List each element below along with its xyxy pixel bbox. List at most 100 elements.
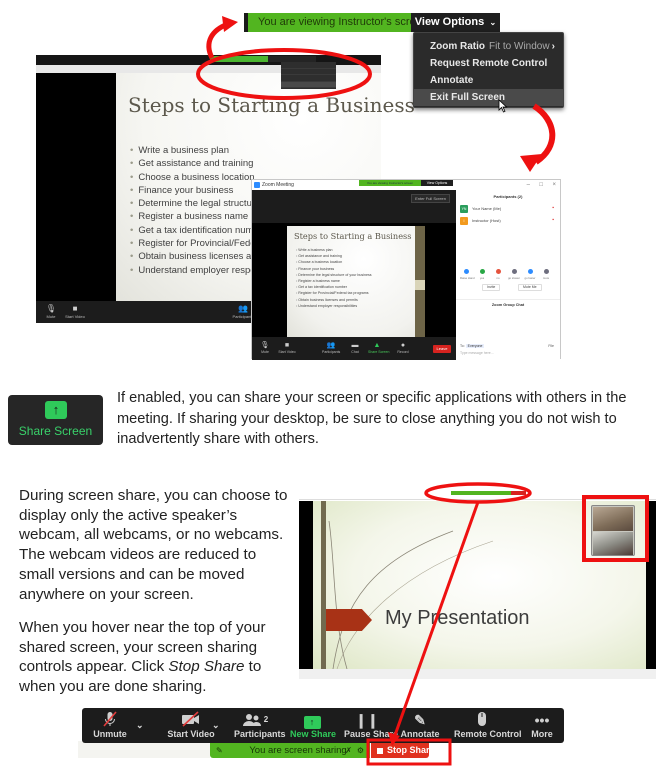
chat-icon: ▬	[351, 342, 359, 349]
avatar: YN	[460, 204, 468, 213]
share-screen-icon: ▲	[373, 342, 381, 349]
zoom-shared-slide: Steps to Starting a Business Write a bus…	[287, 226, 415, 337]
chat-recipient[interactable]: To: Everyone	[460, 344, 485, 348]
reaction-raise-hand[interactable]: Raise Hand	[460, 269, 475, 280]
slide-bullet: Get assistance and training	[130, 158, 332, 171]
presentation-status-bar	[299, 669, 656, 679]
chat-message-input[interactable]: Type message here...	[460, 351, 494, 355]
participants-count: 2	[263, 715, 269, 724]
participant-row[interactable]: I Instructor (Host) ▪	[460, 216, 556, 225]
webcam-video	[593, 507, 633, 531]
minimize-icon[interactable]: –	[527, 180, 530, 190]
video-off-icon: ▪	[552, 217, 554, 223]
mute-me-button[interactable]: Mute Me	[518, 284, 542, 291]
viewer-start-video-button[interactable]: ■ Start Video	[64, 304, 86, 319]
zoom-record-button[interactable]: ● Record	[394, 341, 412, 354]
participants-button[interactable]: 2 Participants	[234, 711, 286, 739]
video-off-icon: ■	[72, 304, 78, 313]
pause-share-button[interactable]: ❙❙ Pause Share	[344, 711, 398, 739]
zoom-control-bar: 🎙 Mute ■ Start Video 👥 Participants ▬ Chat ▲…	[252, 337, 456, 360]
chevron-right-icon: ›	[551, 41, 555, 52]
zoom-participants-button[interactable]: 👥 Participants	[322, 341, 340, 354]
zoom-ratio-value: Fit to Window	[489, 41, 550, 52]
menu-item-exit-full-screen[interactable]: Exit Full Screen	[414, 89, 563, 106]
menu-item-zoom-ratio[interactable]: Zoom Ratio Fit to Window ›	[414, 38, 563, 55]
participants-panel: Participants (2) YN Your Name (Me) ▪ I Ins…	[456, 190, 560, 360]
microphone-icon: 🎙	[260, 342, 270, 349]
zoom-share-screen-button[interactable]: ▲ Share Screen	[368, 341, 389, 354]
mini-stop-share	[511, 491, 526, 495]
mini-view-menu	[281, 62, 336, 89]
zoom-video-area: Enter Full Screen Steps to Starting a Bu…	[252, 190, 456, 360]
stop-share-button[interactable]: Stop Share	[371, 743, 435, 758]
new-share-button[interactable]: ↑ New Share	[290, 711, 336, 739]
remote-control-button[interactable]: Remote Control	[454, 711, 522, 739]
zoom-view-options[interactable]: View Options	[421, 180, 453, 186]
maximize-icon[interactable]: □	[539, 180, 543, 190]
settings-icon: ⚙	[356, 746, 364, 755]
zoom-mute-button[interactable]: 🎙 Mute	[256, 341, 274, 354]
mouse-cursor-icon	[498, 99, 508, 113]
share-screen-button[interactable]: ↑ Share Screen	[8, 395, 103, 445]
screen-sharing-banner[interactable]: ✎ You are screen sharing ✗ ⚙	[210, 743, 370, 758]
view-options-menu: Zoom Ratio Fit to Window › Request Remot…	[413, 32, 564, 108]
screen-share-toolbar: Unmute ⌄ Start Video ⌄ 2 Participants ↑ …	[82, 708, 564, 743]
more-button[interactable]: ••• More	[528, 711, 556, 739]
mic-status-icon: ✗	[345, 746, 352, 755]
invite-button[interactable]: Invite	[482, 284, 501, 291]
menu-item-annotate[interactable]: Annotate	[414, 72, 563, 89]
audio-options-chevron-icon[interactable]: ⌄	[136, 720, 144, 731]
viewer-mute-button[interactable]: 🎙 Mute	[40, 304, 62, 319]
zoom-start-video-button[interactable]: ■ Start Video	[278, 341, 296, 354]
mini-sharing-banner	[451, 491, 511, 495]
microphone-muted-icon	[92, 711, 128, 729]
pin-icon: ✎	[216, 746, 223, 755]
avatar: I	[460, 216, 468, 225]
start-video-button[interactable]: Start Video	[166, 711, 216, 739]
pause-icon: ❙❙	[355, 712, 379, 728]
zoom-window-title: Zoom Meeting	[262, 182, 294, 188]
share-screen-description: If enabled, you can share your screen or…	[117, 390, 627, 447]
zoom-slide-bullet: Understand employer responsibilities	[296, 304, 372, 310]
video-off-icon: ■	[284, 342, 290, 349]
zoom-viewing-banner: You are viewing Instructor's screen	[359, 180, 421, 186]
zoom-meeting-window: Zoom Meeting – □ × You are viewing Instr…	[251, 179, 561, 360]
zoom-logo-icon	[254, 182, 260, 188]
chat-recipient-select[interactable]: Everyone	[465, 344, 485, 348]
webcam-thumbnails[interactable]	[591, 505, 635, 556]
screen-share-paragraph: During screen share, you can choose to d…	[19, 487, 288, 603]
leave-button[interactable]: Leave	[433, 345, 451, 353]
chat-header: Zoom Group Chat	[456, 299, 560, 307]
reaction-more[interactable]: more	[540, 269, 552, 280]
menu-item-request-remote-control[interactable]: Request Remote Control	[414, 55, 563, 72]
enter-full-screen-button[interactable]: Enter Full Screen	[411, 194, 450, 203]
annotation-curved-arrow	[206, 21, 229, 60]
video-options-chevron-icon[interactable]: ⌄	[212, 720, 220, 731]
zoom-slide-title: Steps to Starting a Business	[294, 231, 412, 241]
close-icon[interactable]: ×	[552, 180, 556, 190]
stop-square-icon	[377, 747, 383, 754]
video-off-icon: ▪	[552, 205, 554, 211]
reaction-no[interactable]: no	[492, 269, 504, 280]
reaction-yes[interactable]: yes	[476, 269, 488, 280]
chevron-down-icon: ⌄	[487, 18, 497, 27]
unmute-button[interactable]: Unmute	[92, 711, 128, 739]
mouse-icon	[454, 711, 510, 729]
chat-file-button[interactable]: File	[548, 344, 554, 348]
video-off-icon	[166, 711, 216, 729]
annotation-arrowhead	[222, 16, 238, 32]
participants-icon: 👥	[326, 342, 336, 349]
pencil-icon: ✎	[414, 712, 426, 728]
zoom-chat-button[interactable]: ▬ Chat	[346, 341, 364, 354]
annotate-button[interactable]: ✎ Annotate	[400, 711, 440, 739]
participant-row[interactable]: YN Your Name (Me) ▪	[460, 204, 556, 213]
more-dots-icon: •••	[534, 712, 550, 728]
share-arrow-up-icon: ↑	[303, 716, 321, 729]
participants-header: Participants (2)	[493, 194, 523, 199]
annotation-arrowhead	[520, 154, 542, 172]
mini-viewing-banner	[210, 56, 268, 62]
reaction-go-faster[interactable]: go faster	[524, 269, 536, 280]
reaction-go-slower[interactable]: go slower	[508, 269, 520, 280]
view-options-button[interactable]: View Options ⌄	[411, 13, 500, 32]
slide-bullet: Write a business plan	[130, 145, 332, 158]
